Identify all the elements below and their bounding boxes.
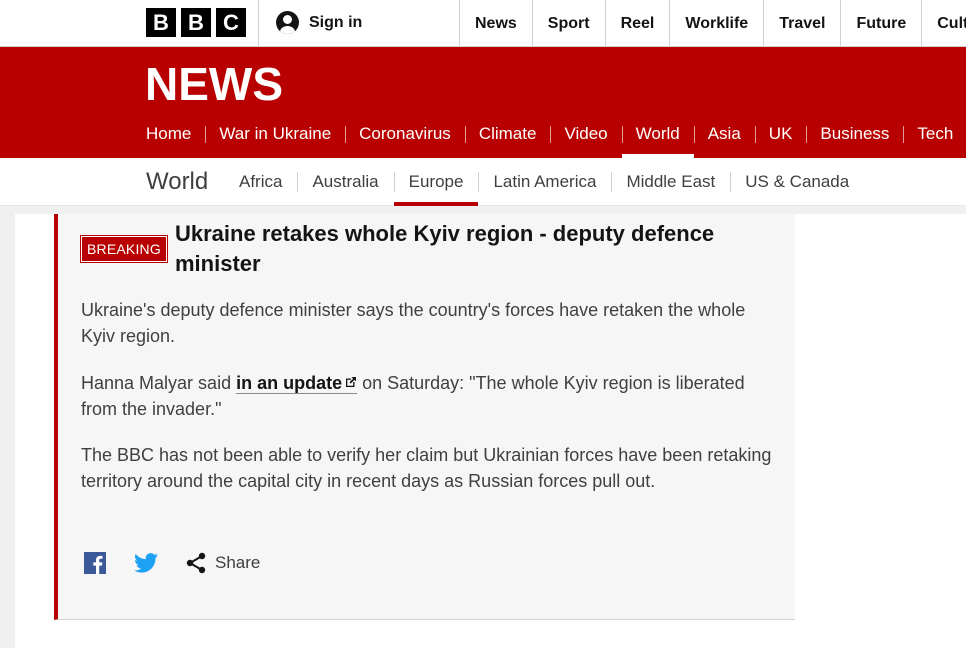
section-title[interactable]: World bbox=[146, 168, 208, 196]
bbc-logo-letter: C bbox=[216, 8, 246, 37]
update-link[interactable]: in an update bbox=[236, 373, 358, 394]
left-rail bbox=[0, 214, 15, 648]
subnav-africa[interactable]: Africa bbox=[224, 158, 297, 206]
subnav-europe[interactable]: Europe bbox=[393, 158, 479, 206]
news-logo[interactable]: NEWS bbox=[145, 61, 283, 107]
sign-in-label: Sign in bbox=[309, 13, 363, 31]
share-icon bbox=[186, 552, 206, 574]
subnav-links: Africa Australia Europe Latin America Mi… bbox=[224, 158, 864, 206]
bbc-masthead: B B C Sign in News Sport Reel Worklife T… bbox=[0, 0, 966, 47]
bbc-logo[interactable]: B B C bbox=[146, 8, 246, 37]
breaking-badge: BREAKING bbox=[80, 235, 168, 263]
twitter-icon[interactable] bbox=[134, 552, 158, 574]
masthead-divider bbox=[258, 0, 259, 47]
article-paragraph-2: Hanna Malyar said in an update on Saturd… bbox=[81, 370, 781, 422]
news-nav-video[interactable]: Video bbox=[550, 120, 621, 158]
top-nav: News Sport Reel Worklife Travel Future C… bbox=[459, 0, 966, 47]
bbc-logo-letter: B bbox=[181, 8, 211, 37]
top-nav-worklife[interactable]: Worklife bbox=[669, 0, 763, 47]
facebook-icon[interactable] bbox=[84, 552, 106, 574]
share-tools: Share bbox=[84, 552, 260, 574]
article-paragraph-1: Ukraine's deputy defence minister says t… bbox=[81, 300, 746, 346]
top-nav-culture[interactable]: Culture bbox=[921, 0, 966, 47]
news-nav-tech[interactable]: Tech bbox=[903, 120, 966, 158]
subnav-middle-east[interactable]: Middle East bbox=[611, 158, 730, 206]
top-nav-travel[interactable]: Travel bbox=[763, 0, 840, 47]
share-label: Share bbox=[215, 553, 261, 572]
news-banner: NEWS Home War in Ukraine Coronavirus Cli… bbox=[0, 47, 966, 158]
user-icon bbox=[276, 11, 299, 34]
breaking-news-card: BREAKING Ukraine retakes whole Kyiv regi… bbox=[54, 214, 795, 620]
page-top-strip bbox=[0, 206, 966, 214]
external-link-icon bbox=[346, 377, 357, 387]
world-subnav: World Africa Australia Europe Latin Amer… bbox=[0, 158, 966, 206]
news-nav-business[interactable]: Business bbox=[806, 120, 903, 158]
paragraph-2-text-before: Hanna Malyar said bbox=[81, 373, 237, 393]
subnav-australia[interactable]: Australia bbox=[297, 158, 393, 206]
news-nav: Home War in Ukraine Coronavirus Climate … bbox=[146, 120, 966, 158]
top-nav-future[interactable]: Future bbox=[840, 0, 921, 47]
bbc-logo-letter: B bbox=[146, 8, 176, 37]
news-nav-war-in-ukraine[interactable]: War in Ukraine bbox=[205, 120, 345, 158]
headline: Ukraine retakes whole Kyiv region - depu… bbox=[175, 221, 715, 276]
top-nav-news[interactable]: News bbox=[459, 0, 532, 47]
subnav-latin-america[interactable]: Latin America bbox=[478, 158, 611, 206]
subnav-us-canada[interactable]: US & Canada bbox=[730, 158, 864, 206]
news-nav-world[interactable]: World bbox=[621, 120, 694, 158]
news-nav-asia[interactable]: Asia bbox=[693, 120, 755, 158]
share-button[interactable]: Share bbox=[185, 552, 260, 574]
sign-in-button[interactable]: Sign in bbox=[276, 11, 362, 34]
news-nav-uk[interactable]: UK bbox=[754, 120, 807, 158]
top-nav-sport[interactable]: Sport bbox=[531, 0, 605, 47]
news-nav-coronavirus[interactable]: Coronavirus bbox=[345, 120, 465, 158]
article-paragraph-3: The BBC has not been able to verify her … bbox=[81, 445, 772, 491]
news-nav-home[interactable]: Home bbox=[146, 120, 205, 158]
update-link-label: in an update bbox=[236, 373, 343, 393]
top-nav-reel[interactable]: Reel bbox=[604, 0, 670, 47]
news-nav-climate[interactable]: Climate bbox=[464, 120, 551, 158]
